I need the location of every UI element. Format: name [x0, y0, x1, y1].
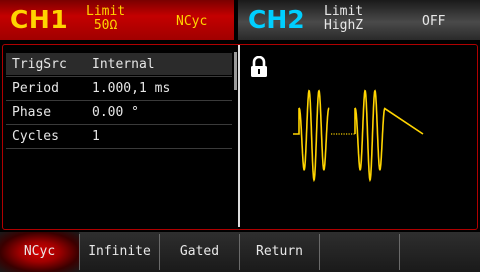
softkey-empty-6[interactable]: [400, 232, 479, 272]
softkey-separator: [319, 234, 320, 270]
ch1-mode: NCyc: [176, 14, 208, 29]
scrollbar[interactable]: [234, 52, 237, 90]
ch2-label: CH2: [248, 5, 305, 34]
param-name: Cycles: [12, 129, 59, 144]
idle-dot: [338, 133, 340, 135]
idle-dot: [351, 133, 353, 135]
ch1-label: CH1: [10, 5, 69, 34]
ch2-output-state: OFF: [422, 14, 446, 29]
softkey-separator: [239, 234, 240, 270]
softkey-separator: [159, 234, 160, 270]
softkey-gated[interactable]: Gated: [160, 232, 239, 272]
ch1-limit-value: 50Ω: [93, 18, 118, 33]
param-name: Period: [12, 81, 59, 96]
softkey-ncyc[interactable]: NCyc: [0, 232, 79, 272]
param-row-phase[interactable]: Phase 0.00 °: [6, 101, 232, 123]
softkey-empty-5[interactable]: [320, 232, 399, 272]
param-value: 1: [92, 129, 100, 144]
param-row-period[interactable]: Period 1.000,1 ms: [6, 77, 232, 99]
waveform-burst-1: [293, 89, 330, 183]
waveform-idle-dots: [331, 133, 355, 135]
idle-dot: [333, 133, 335, 135]
param-name: TrigSrc: [12, 57, 67, 72]
softkey-return[interactable]: Return: [240, 232, 319, 272]
param-name: Phase: [12, 105, 52, 120]
param-value: 1.000,1 ms: [92, 81, 171, 96]
param-value: 0.00 °: [92, 105, 139, 120]
idle-dot: [348, 133, 350, 135]
param-value: Internal: [92, 57, 155, 72]
softkey-separator: [79, 234, 80, 270]
panel-divider: [238, 45, 240, 227]
ch2-limit-label: Limit: [324, 4, 364, 19]
idle-dot: [331, 133, 333, 135]
divider: [6, 148, 232, 149]
param-row-cycles[interactable]: Cycles 1: [6, 125, 232, 147]
idle-dot: [341, 133, 343, 135]
idle-dot: [336, 133, 338, 135]
softkey-separator: [399, 234, 400, 270]
burst-waveform-preview: [293, 89, 424, 183]
idle-dot: [343, 133, 345, 135]
ch2-limit-value: HighZ: [324, 18, 364, 33]
ch2-limit: Limit HighZ: [324, 5, 363, 33]
ch1-limit-label: Limit: [86, 4, 126, 19]
waveform-burst-2: [354, 89, 424, 183]
param-row-trigsrc[interactable]: TrigSrc Internal: [6, 53, 232, 75]
waveform-trace: [293, 89, 424, 183]
idle-dot: [346, 133, 348, 135]
idle-dot: [353, 133, 355, 135]
ch1-limit: Limit 50Ω: [86, 5, 125, 33]
softkey-infinite[interactable]: Infinite: [80, 232, 159, 272]
